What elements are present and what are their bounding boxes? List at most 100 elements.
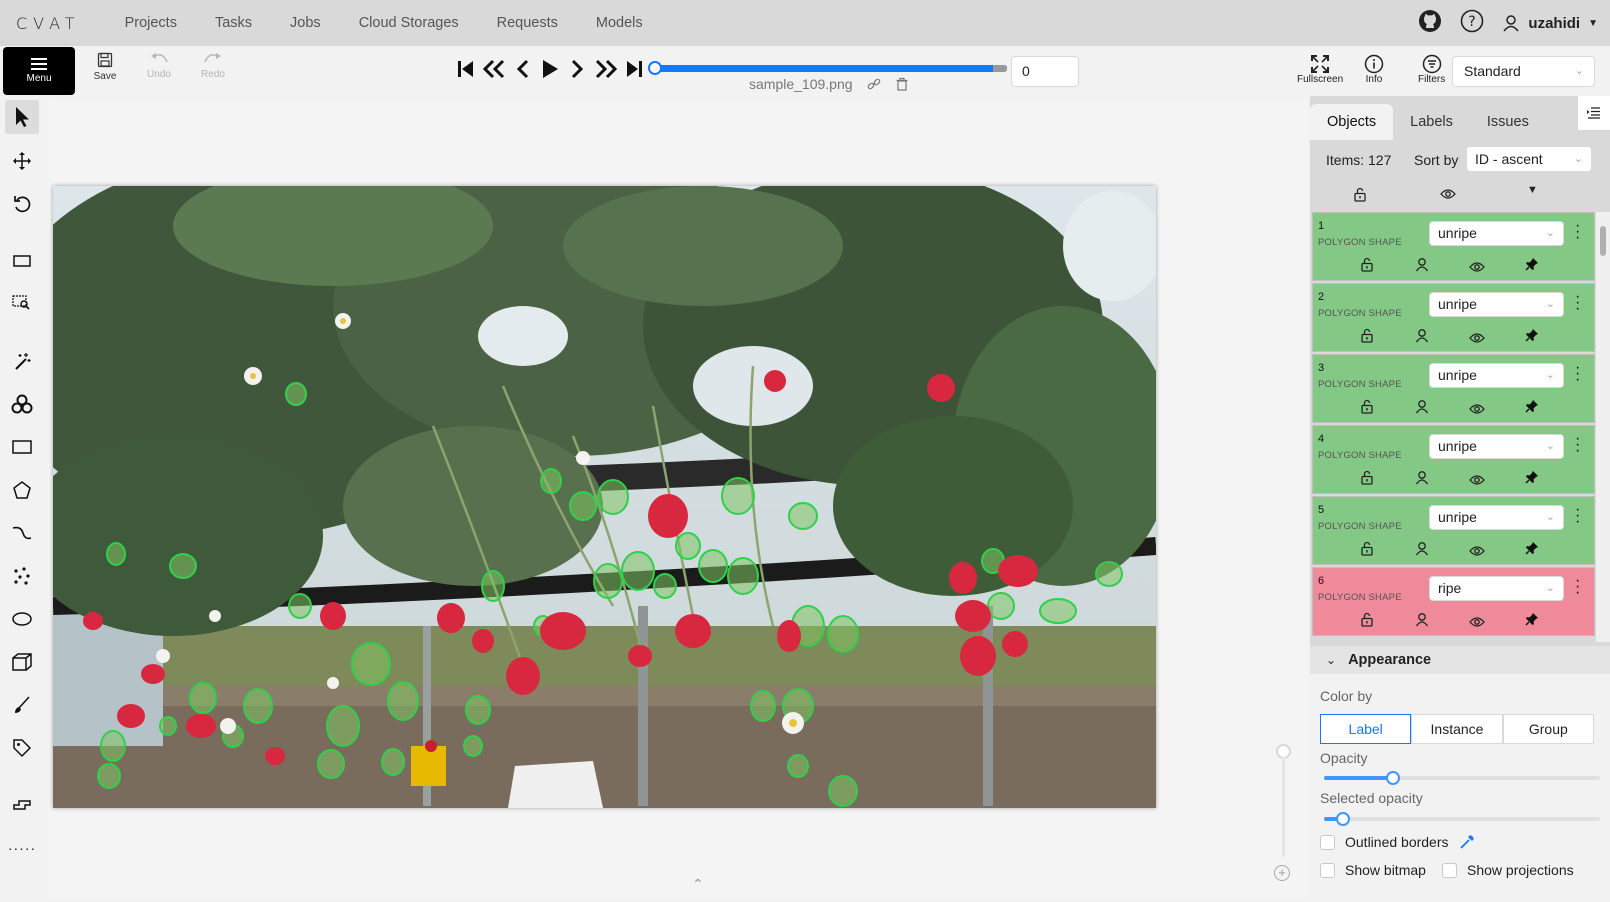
sidebar-collapse-button[interactable] xyxy=(1578,96,1610,130)
ai-tools[interactable] xyxy=(5,387,39,421)
color-by-group-option[interactable]: Group xyxy=(1502,714,1594,744)
filters-button[interactable]: Filters xyxy=(1418,54,1445,85)
object-card[interactable]: 6 POLYGON SHAPE ripe ⌄ · · · xyxy=(1312,567,1595,636)
nav-models[interactable]: Models xyxy=(596,15,643,31)
nav-cloud-storages[interactable]: Cloud Storages xyxy=(359,15,459,31)
object-card[interactable]: 5 POLYGON SHAPE unripe ⌄ · · · xyxy=(1312,496,1595,565)
lock-icon[interactable] xyxy=(1360,257,1374,277)
object-label-select[interactable]: unripe ⌄ xyxy=(1429,434,1564,459)
pin-icon[interactable] xyxy=(1525,541,1539,560)
object-card[interactable]: 2 POLYGON SHAPE unripe ⌄ · · · xyxy=(1312,283,1595,352)
rotate-tool[interactable] xyxy=(5,187,39,221)
forward-step-icon[interactable] xyxy=(593,58,619,80)
zoom-slider[interactable] xyxy=(1282,757,1285,857)
user-icon[interactable] xyxy=(1415,399,1429,419)
backward-step-icon[interactable] xyxy=(481,58,507,80)
help-icon[interactable]: ? xyxy=(1460,9,1484,38)
split-merge-tool[interactable] xyxy=(5,788,39,822)
cvat-logo[interactable]: CVAT xyxy=(16,14,81,33)
magic-wand-tool[interactable] xyxy=(5,344,39,378)
fit-image-tool[interactable] xyxy=(5,244,39,278)
appearance-header[interactable]: ⌄ Appearance xyxy=(1310,646,1610,674)
color-picker-icon[interactable] xyxy=(1459,834,1475,850)
first-frame-icon[interactable] xyxy=(455,58,475,80)
user-icon[interactable] xyxy=(1415,541,1429,561)
menu-button[interactable]: Menu xyxy=(3,47,75,95)
nav-jobs[interactable]: Jobs xyxy=(290,15,321,31)
tab-objects[interactable]: Objects xyxy=(1310,104,1394,140)
color-by-instance-option[interactable]: Instance xyxy=(1411,714,1503,744)
more-vertical-icon[interactable]: · · · xyxy=(1575,573,1580,601)
cursor-tool[interactable] xyxy=(5,100,39,134)
object-label-select[interactable]: unripe ⌄ xyxy=(1429,292,1564,317)
eye-icon[interactable] xyxy=(1469,260,1485,278)
lock-icon[interactable] xyxy=(1360,470,1374,490)
pin-icon[interactable] xyxy=(1525,470,1539,489)
scrollbar-thumb[interactable] xyxy=(1600,226,1606,256)
selected-opacity-slider-handle[interactable] xyxy=(1336,812,1351,826)
tab-labels[interactable]: Labels xyxy=(1393,104,1470,140)
opacity-slider-handle[interactable] xyxy=(1386,771,1400,785)
show-projections-checkbox[interactable]: Show projections xyxy=(1442,862,1574,878)
eye-icon[interactable] xyxy=(1469,615,1485,633)
object-label-select[interactable]: unripe ⌄ xyxy=(1429,505,1564,530)
draw-cuboid-tool[interactable] xyxy=(5,645,39,679)
object-label-select[interactable]: unripe ⌄ xyxy=(1429,221,1564,246)
selected-opacity-slider[interactable] xyxy=(1324,812,1600,826)
nav-projects[interactable]: Projects xyxy=(125,15,177,31)
user-icon[interactable] xyxy=(1415,612,1429,632)
more-vertical-icon[interactable]: · · · xyxy=(1575,431,1580,459)
frame-number-input[interactable]: 0 xyxy=(1011,56,1079,87)
user-menu[interactable]: uzahidi ▼ xyxy=(1502,14,1598,32)
frame-slider[interactable] xyxy=(655,65,1007,72)
lock-icon[interactable] xyxy=(1360,328,1374,348)
more-tools[interactable]: ····· xyxy=(5,831,39,865)
more-vertical-icon[interactable]: · · · xyxy=(1575,502,1580,530)
annotated-image[interactable] xyxy=(53,186,1156,808)
show-bitmap-checkbox[interactable]: Show bitmap xyxy=(1320,862,1426,878)
caret-down-icon[interactable]: ▼ xyxy=(1527,184,1538,196)
link-icon[interactable] xyxy=(867,77,881,91)
object-label-select[interactable]: unripe ⌄ xyxy=(1429,363,1564,388)
workspace-select[interactable]: Standard ⌄ xyxy=(1452,56,1595,87)
save-button[interactable]: Save xyxy=(85,52,125,90)
pin-icon[interactable] xyxy=(1525,328,1539,347)
sort-select[interactable]: ID - ascent ⌄ xyxy=(1466,146,1592,172)
redo-button[interactable]: Redo xyxy=(193,52,233,90)
more-vertical-icon[interactable]: · · · xyxy=(1575,289,1580,317)
nav-requests[interactable]: Requests xyxy=(497,15,558,31)
lock-icon[interactable] xyxy=(1360,399,1374,419)
checkbox-box[interactable] xyxy=(1320,834,1335,850)
undo-button[interactable]: Undo xyxy=(139,52,179,90)
lock-icon[interactable] xyxy=(1360,541,1374,561)
more-vertical-icon[interactable]: · · · xyxy=(1575,360,1580,388)
eye-all-icon[interactable] xyxy=(1440,187,1456,205)
objects-scrollbar[interactable] xyxy=(1596,212,1610,642)
more-vertical-icon[interactable]: · · · xyxy=(1575,218,1580,246)
checkbox-box[interactable] xyxy=(1442,862,1457,878)
eye-icon[interactable] xyxy=(1469,544,1485,562)
eye-icon[interactable] xyxy=(1469,402,1485,420)
lock-all-icon[interactable] xyxy=(1353,187,1367,207)
move-tool[interactable] xyxy=(5,144,39,178)
user-icon[interactable] xyxy=(1415,328,1429,348)
last-frame-icon[interactable] xyxy=(625,58,645,80)
object-card[interactable]: 3 POLYGON SHAPE unripe ⌄ · · · xyxy=(1312,354,1595,423)
object-card[interactable]: 1 POLYGON SHAPE unripe ⌄ · · · xyxy=(1312,212,1595,281)
user-icon[interactable] xyxy=(1415,257,1429,277)
chevron-up-icon[interactable]: ⌃ xyxy=(692,876,704,893)
pin-icon[interactable] xyxy=(1525,612,1539,631)
fullscreen-button[interactable]: Fullscreen xyxy=(1297,54,1343,85)
tab-issues[interactable]: Issues xyxy=(1470,104,1546,140)
color-by-label-option[interactable]: Label xyxy=(1320,714,1412,744)
nav-tasks[interactable]: Tasks xyxy=(215,15,252,31)
object-card[interactable]: 4 POLYGON SHAPE unripe ⌄ · · · xyxy=(1312,425,1595,494)
frame-slider-handle[interactable] xyxy=(648,61,662,75)
zoom-region-tool[interactable] xyxy=(5,286,39,320)
strawberry-scene[interactable] xyxy=(53,186,1156,808)
previous-frame-icon[interactable] xyxy=(513,58,533,80)
github-icon[interactable] xyxy=(1418,9,1442,38)
info-button[interactable]: Info xyxy=(1364,54,1384,85)
object-label-select[interactable]: ripe ⌄ xyxy=(1429,576,1564,601)
play-icon[interactable] xyxy=(539,58,561,80)
